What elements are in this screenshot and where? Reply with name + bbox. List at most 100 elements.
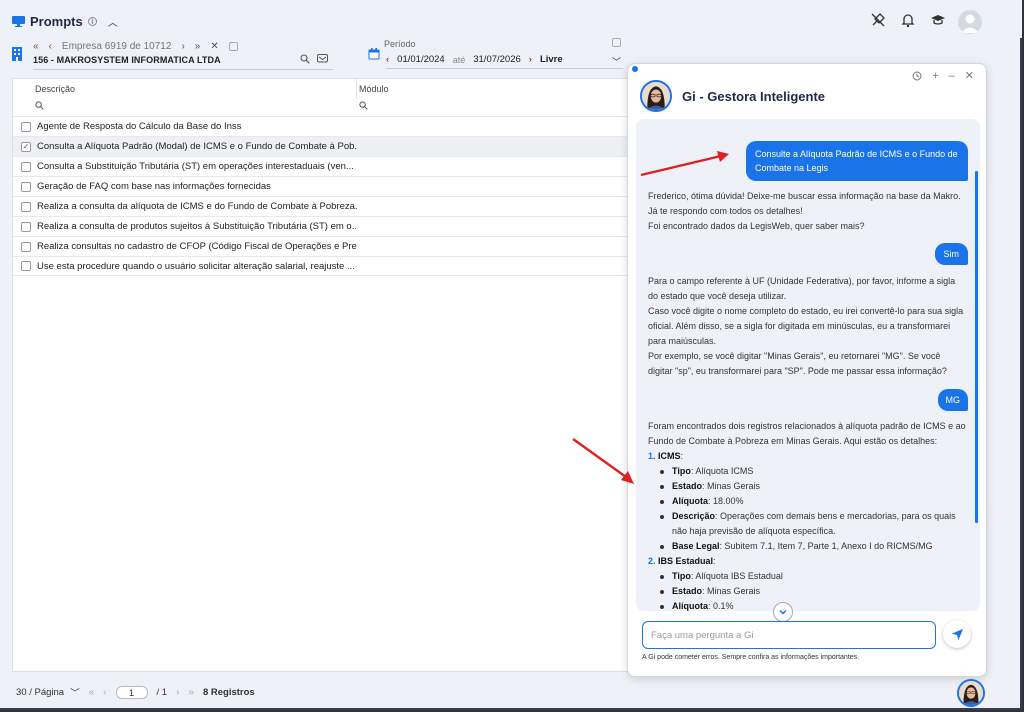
new-chat-button[interactable]: + — [932, 70, 938, 82]
page-header: Prompts i ︿ — [0, 0, 1022, 38]
empresa-name[interactable]: 156 - MAKROSYSTEM INFORMATICA LTDA — [33, 55, 221, 65]
row-descricao: Use esta procedure quando o usuário soli… — [37, 260, 355, 272]
user-message: MG — [937, 389, 968, 411]
chat-title: Gi - Gestora Inteligente — [682, 88, 826, 104]
row-checkbox[interactable] — [21, 221, 31, 232]
annotation-arrow — [572, 438, 634, 484]
next-period-button[interactable]: › — [529, 54, 532, 65]
bot-text: Para o campo referente à UF (Unidade Fed… — [648, 276, 956, 301]
table-row[interactable]: Agente de Resposta do Cálculo da Base do… — [13, 116, 633, 136]
graduation-cap-icon[interactable] — [930, 12, 946, 28]
table-row[interactable]: Realiza consultas no cadastro de CFOP (C… — [13, 236, 633, 256]
row-checkbox[interactable] — [21, 161, 31, 172]
row-checkbox[interactable] — [21, 181, 31, 192]
list-heading: 1. ICMS: — [648, 451, 684, 461]
clear-empresa-button[interactable]: ✕ — [210, 41, 218, 52]
row-descricao: Realiza a consulta da alíquota de ICMS e… — [37, 201, 357, 212]
row-descricao: Consulta a Substituição Tributária (ST) … — [37, 161, 354, 172]
row-descricao: Realiza consultas no cadastro de CFOP (C… — [37, 241, 357, 252]
history-icon[interactable] — [912, 71, 922, 81]
title-area: Prompts i ︿ — [12, 14, 118, 29]
prev-empresa-button[interactable]: ‹ — [49, 41, 52, 52]
send-icon — [951, 628, 963, 640]
date-to[interactable]: 31/07/2026 — [473, 54, 521, 65]
per-page-select[interactable]: 30 / Página ﹀ — [16, 685, 80, 700]
next-empresa-button[interactable]: › — [181, 41, 184, 52]
prev-period-button[interactable]: ‹ — [386, 54, 389, 65]
empresa-navigation: « ‹ Empresa 6919 de 10712 › » ✕ — [33, 41, 238, 52]
list-item: Estado: Minas Gerais — [648, 479, 966, 494]
collapse-chevron-icon[interactable]: ︿ — [108, 14, 118, 29]
period-mode-select[interactable]: Livre — [540, 54, 563, 65]
calendar-icon — [368, 48, 380, 60]
minimize-button[interactable]: – — [949, 70, 955, 82]
message-list[interactable]: Consulte a Alíquota Padrão de ICMS e o F… — [636, 119, 980, 611]
search-icon[interactable] — [300, 54, 310, 64]
empresa-counter: Empresa 6919 de 10712 — [61, 41, 172, 52]
table-row[interactable]: Realiza a consulta da alíquota de ICMS e… — [13, 196, 633, 216]
close-chat-button[interactable]: ✕ — [965, 69, 974, 82]
list-item: Base Legal: Subitem 7.1, Item 7, Parte 1… — [648, 539, 966, 554]
ate-label: até — [452, 54, 466, 65]
bell-icon[interactable] — [900, 12, 916, 28]
user-message: Consulte a Alíquota Padrão de ICMS e o F… — [746, 141, 968, 181]
bot-message: Foram encontrados dois registros relacio… — [648, 419, 966, 611]
last-empresa-button[interactable]: » — [195, 41, 201, 52]
periodo-label: Período — [384, 39, 416, 49]
row-checkbox[interactable]: ✓ — [21, 141, 31, 152]
column-header-descricao[interactable]: Descrição — [13, 79, 357, 99]
next-page-button[interactable]: › — [176, 687, 179, 698]
empresa-checkbox[interactable] — [228, 42, 238, 51]
app-window: Prompts i ︿ « ‹ Empresa 6919 de 10712 › … — [0, 0, 1022, 710]
bot-text: Frederico, ótima dúvida! Deixe-me buscar… — [648, 191, 961, 216]
gi-avatar — [640, 80, 672, 112]
page-input[interactable]: 1 — [115, 685, 148, 699]
row-checkbox[interactable] — [21, 201, 31, 212]
bot-text: Caso você digite o nome completo do esta… — [648, 306, 964, 346]
last-page-button[interactable]: » — [188, 687, 194, 698]
disclaimer-text: A Gi pode cometer erros. Sempre confira … — [642, 654, 860, 661]
list-item: Tipo: Alíquota IBS Estadual — [648, 569, 966, 584]
bot-message: Frederico, ótima dúvida! Deixe-me buscar… — [648, 189, 966, 234]
periodo-row: ‹ 01/01/2024 até 31/07/2026 › Livre — [386, 54, 563, 65]
chevron-down-icon — [779, 609, 787, 615]
table-row[interactable]: Geração de FAQ com base nas informações … — [13, 176, 633, 196]
annotation-arrow — [640, 151, 729, 177]
row-checkbox[interactable] — [21, 121, 31, 132]
row-checkbox[interactable] — [21, 241, 31, 252]
search-icon[interactable] — [359, 101, 368, 110]
prev-page-button[interactable]: ‹ — [103, 687, 106, 698]
table-row[interactable]: ✓ Consulta a Alíquota Padrão (Modal) de I… — [13, 136, 633, 156]
first-empresa-button[interactable]: « — [33, 41, 39, 52]
row-descricao: Consulta a Alíquota Padrão (Modal) de IC… — [37, 141, 357, 152]
table-row[interactable]: Consulta a Substituição Tributária (ST) … — [13, 156, 633, 176]
first-page-button[interactable]: « — [89, 687, 95, 698]
table-row[interactable]: Use esta procedure quando o usuário soli… — [13, 256, 633, 276]
scroll-down-button[interactable] — [773, 602, 793, 622]
list-item: Alíquota: 0.1% — [648, 599, 966, 611]
gi-launcher-button[interactable] — [957, 679, 985, 707]
column-header-modulo[interactable]: Módulo — [357, 79, 647, 99]
periodo-checkbox[interactable] — [612, 38, 621, 47]
list-item: Alíquota: 18.00% — [648, 494, 966, 509]
user-avatar[interactable] — [958, 10, 982, 34]
list-heading: 2. IBS Estadual: — [648, 556, 716, 566]
pagination-bar: 30 / Página ﹀ « ‹ 1 / 1 › » 8 Registros — [16, 685, 255, 699]
chat-input[interactable]: Faça uma pergunta a Gi — [642, 621, 936, 649]
date-from[interactable]: 01/01/2024 — [397, 54, 445, 65]
empresa-underline — [33, 69, 333, 70]
info-icon[interactable]: i — [87, 17, 97, 26]
chat-scrollbar[interactable] — [975, 171, 978, 523]
table-row[interactable]: Realiza a consulta de produtos sujeitos … — [13, 216, 633, 236]
search-icon[interactable] — [35, 101, 44, 110]
message-icon[interactable] — [317, 54, 328, 64]
monitor-icon — [12, 16, 25, 27]
chat-controls: + – ✕ — [912, 69, 974, 82]
send-button[interactable] — [943, 620, 971, 648]
user-message: Sim — [934, 243, 968, 265]
total-pages: / 1 — [156, 686, 168, 698]
rocket-off-icon[interactable] — [870, 12, 886, 28]
row-checkbox[interactable] — [21, 261, 31, 271]
chevron-down-icon[interactable]: ﹀ — [612, 55, 621, 68]
bot-message: Para o campo referente à UF (Unidade Fed… — [648, 274, 966, 379]
